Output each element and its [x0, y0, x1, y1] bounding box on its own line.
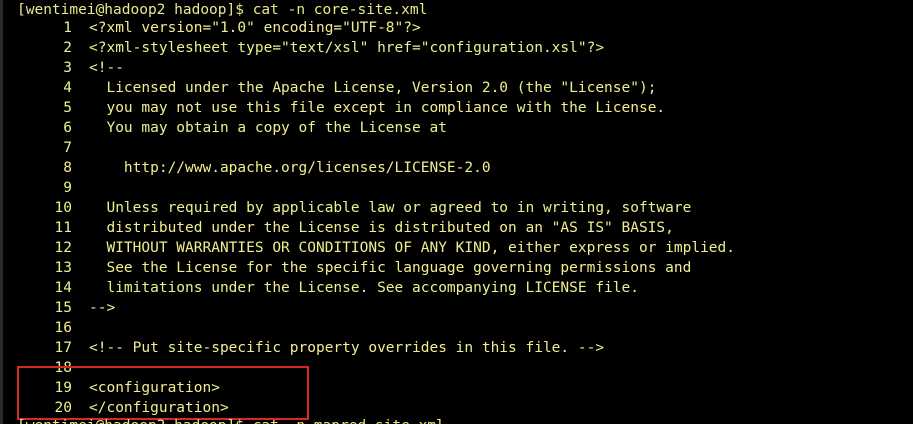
- output-line: 16: [0, 318, 89, 338]
- line-number: 5: [63, 100, 72, 116]
- line-text: Licensed under the Apache License, Versi…: [89, 80, 657, 96]
- line-number: 7: [63, 140, 72, 156]
- next-command-prompt: [wentimei@hadoop2 hadoop]$ cat -n mapred…: [17, 416, 445, 424]
- output-line: 7: [0, 138, 89, 158]
- output-line: 12 WITHOUT WARRANTIES OR CONDITIONS OF A…: [0, 238, 735, 258]
- line-text: you may not use this file except in comp…: [89, 100, 666, 116]
- line-text: WITHOUT WARRANTIES OR CONDITIONS OF ANY …: [89, 240, 736, 256]
- output-line: 5 you may not use this file except in co…: [0, 98, 665, 118]
- line-number: 16: [54, 320, 72, 336]
- line-number: 11: [54, 220, 72, 236]
- output-line: 6 You may obtain a copy of the License a…: [0, 118, 447, 138]
- line-number: 4: [63, 80, 72, 96]
- line-number: 12: [54, 240, 72, 256]
- output-line: 4 Licensed under the Apache License, Ver…: [0, 78, 656, 98]
- output-line: 10 Unless required by applicable law or …: [0, 198, 692, 218]
- output-line: 15 -->: [0, 298, 116, 318]
- line-number: 2: [63, 40, 72, 56]
- output-line: 9: [0, 178, 89, 198]
- line-number: 10: [54, 200, 72, 216]
- line-number: 6: [63, 120, 72, 136]
- line-text: http://www.apache.org/licenses/LICENSE-2…: [89, 160, 491, 176]
- line-text: limitations under the License. See accom…: [89, 280, 639, 296]
- line-number: 17: [54, 340, 72, 356]
- highlight-annotation-box: [17, 366, 309, 420]
- line-number: 14: [54, 280, 72, 296]
- command-prompt: [wentimei@hadoop2 hadoop]$ cat -n core-s…: [17, 2, 428, 18]
- line-number: 15: [54, 300, 72, 316]
- line-text: distributed under the License is distrib…: [89, 220, 674, 236]
- output-line: 2 <?xml-stylesheet type="text/xsl" href="…: [0, 38, 604, 58]
- line-text: <!--: [89, 60, 124, 76]
- output-line: 1 <?xml version="1.0" encoding="UTF-8"?>: [0, 18, 421, 38]
- line-text: <?xml version="1.0" encoding="UTF-8"?>: [89, 20, 421, 36]
- output-line: 11 distributed under the License is dist…: [0, 218, 674, 238]
- line-number: 1: [63, 20, 72, 36]
- output-line: 3 <!--: [0, 58, 124, 78]
- line-number: 13: [54, 260, 72, 276]
- terminal-window[interactable]: [wentimei@hadoop2 hadoop]$ cat -n core-s…: [0, 0, 913, 424]
- output-line: 14 limitations under the License. See ac…: [0, 278, 639, 298]
- line-text: <!-- Put site-specific property override…: [89, 340, 605, 356]
- line-number: 9: [63, 180, 72, 196]
- line-text: -->: [89, 300, 116, 316]
- line-number: 3: [63, 60, 72, 76]
- line-text: Unless required by applicable law or agr…: [89, 200, 692, 216]
- line-text: You may obtain a copy of the License at: [89, 120, 447, 136]
- output-line: 8 http://www.apache.org/licenses/LICENSE…: [0, 158, 491, 178]
- line-number: 8: [63, 160, 72, 176]
- line-text: <?xml-stylesheet type="text/xsl" href="c…: [89, 40, 605, 56]
- output-line: 17 <!-- Put site-specific property overri…: [0, 338, 605, 358]
- output-line: 13 See the License for the specific lang…: [0, 258, 692, 278]
- line-text: See the License for the specific languag…: [89, 260, 692, 276]
